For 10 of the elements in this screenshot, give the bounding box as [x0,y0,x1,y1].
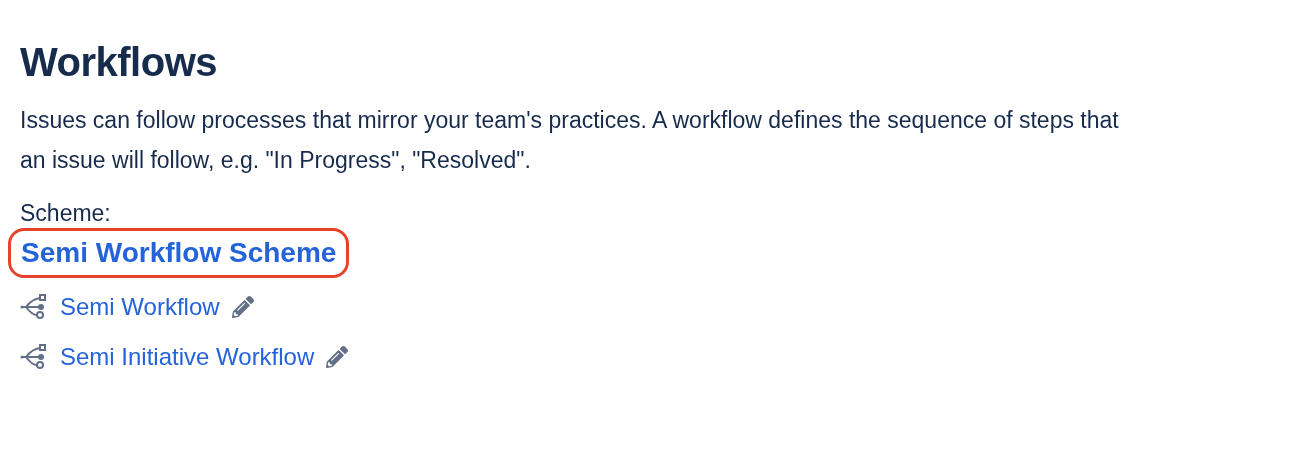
page-title: Workflows [20,39,218,86]
scheme-link[interactable]: Semi Workflow Scheme [21,237,337,268]
workflow-icon [20,344,46,370]
workflow-link[interactable]: Semi Workflow [60,292,220,322]
scheme-label: Scheme: [20,199,112,228]
description-text: Issues can follow processes that mirror your team's practices. A workflow defines the sequence of steps that an issue will follow, e.g. "In Progress", "Resolved". [20,106,1120,175]
workflow-link[interactable]: Semi Initiative Workflow [60,342,315,372]
workflow-icon [20,294,46,320]
edit-icon[interactable] [326,346,349,368]
edit-icon[interactable] [231,296,254,318]
